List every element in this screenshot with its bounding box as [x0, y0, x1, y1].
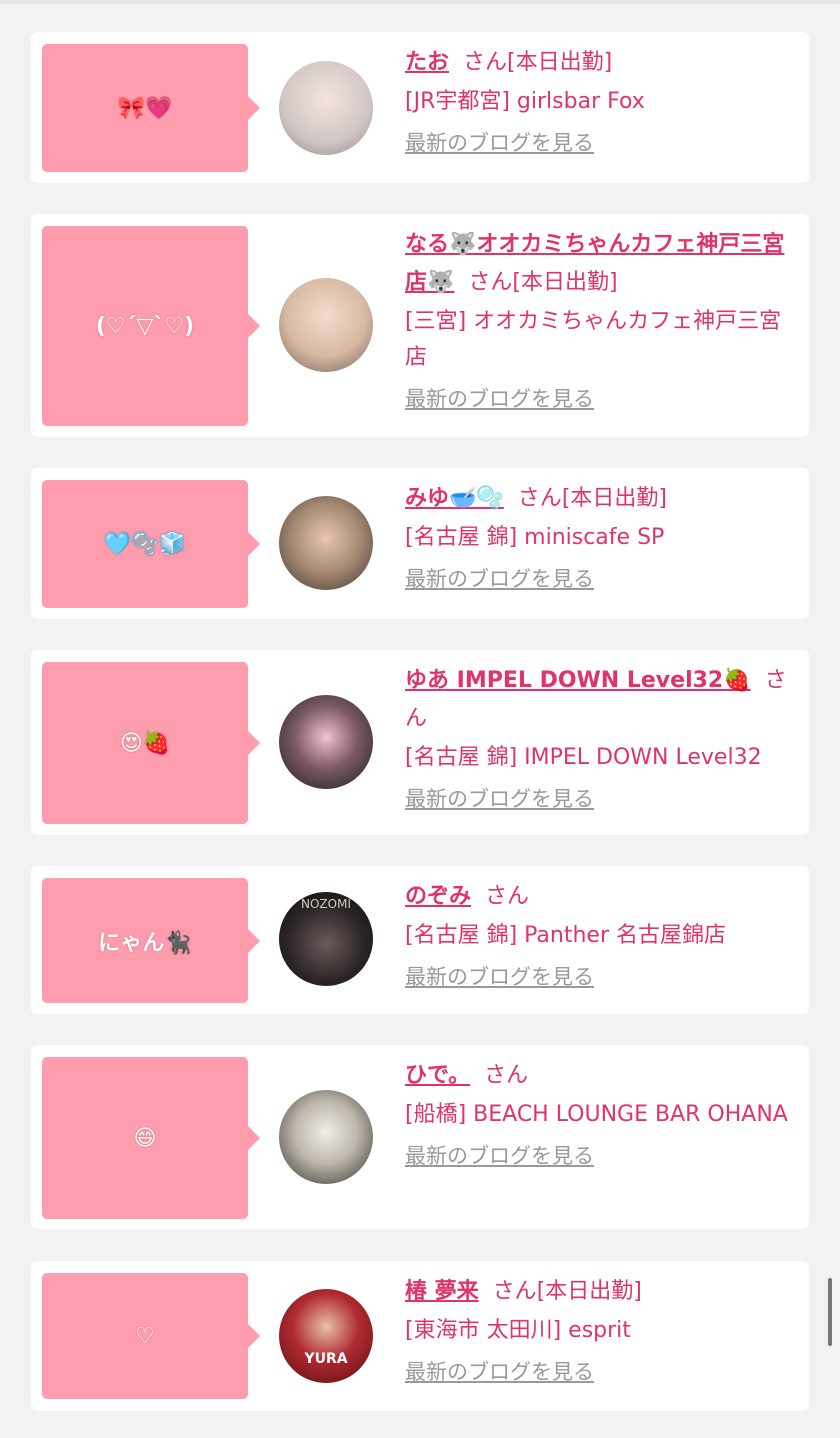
comment-bubble: (♡´▽`♡) — [42, 226, 260, 426]
avatar[interactable]: NOZOMI — [279, 892, 373, 986]
status-text: [本日出勤] — [507, 50, 613, 75]
cast-name-link[interactable]: ひで。 — [405, 1063, 470, 1088]
cast-info: ゆあ IMPEL DOWN Level32🍓 さん [名古屋 錦] IMPEL D… — [405, 662, 799, 814]
blog-link[interactable]: 最新のブログを見る — [405, 1141, 594, 1171]
honorific: さん — [492, 1279, 537, 1304]
scrollbar[interactable] — [828, 1278, 832, 1346]
cast-card: にゃん🐈‍⬛ NOZOMI のぞみ さん [名古屋 錦] Panther 名古屋錦… — [31, 866, 809, 1014]
honorific: さん — [484, 1063, 529, 1088]
blog-link[interactable]: 最新のブログを見る — [405, 384, 594, 414]
blog-link[interactable]: 最新のブログを見る — [405, 564, 594, 594]
cast-info: なる🐺オオカミちゃんカフェ神戸三宮店🐺 さん[本日出勤] [三宮] オオカミちゃん… — [405, 226, 799, 414]
cast-info: みゆ🥣🫧 さん[本日出勤] [名古屋 錦] miniscafe SP 最新のブログ… — [405, 480, 799, 594]
honorific: さん — [468, 270, 513, 295]
blog-link[interactable]: 最新のブログを見る — [405, 128, 594, 158]
comment-bubble: 🩵🫧🧊 — [42, 480, 260, 608]
cast-info: 椿 夢来 さん[本日出勤] [東海市 太田川] esprit 最新のブログを見る — [405, 1273, 799, 1387]
shop-name: [東海市 太田川] esprit — [405, 1318, 631, 1343]
cast-info: たお さん[本日出勤] [JR宇都宮] girlsbar Fox 最新のブログを見… — [405, 44, 799, 158]
status-text: [本日出勤] — [512, 270, 618, 295]
shop-name: [名古屋 錦] IMPEL DOWN Level32 — [405, 745, 762, 770]
cast-card: (♡´▽`♡) なる🐺オオカミちゃんカフェ神戸三宮店🐺 さん[本日出勤] [三宮]… — [31, 214, 809, 437]
comment-bubble: ♡ — [42, 1273, 260, 1399]
comment-bubble: 😄 — [42, 1057, 260, 1219]
shop-name: [三宮] オオカミちゃんカフェ神戸三宮店 — [405, 309, 782, 370]
cast-card: 😍🍓 ゆあ IMPEL DOWN Level32🍓 さん [名古屋 錦] IMPE… — [31, 650, 809, 835]
comment-bubble: 🎀💗 — [42, 44, 260, 172]
blog-link[interactable]: 最新のブログを見る — [405, 1357, 594, 1387]
avatar[interactable] — [279, 278, 373, 372]
shop-name: [船橋] BEACH LOUNGE BAR OHANA — [405, 1102, 788, 1127]
status-text: [本日出勤] — [536, 1279, 642, 1304]
blog-link[interactable]: 最新のブログを見る — [405, 962, 594, 992]
avatar[interactable]: YURA — [279, 1289, 373, 1383]
blog-link[interactable]: 最新のブログを見る — [405, 784, 594, 814]
cast-name-link[interactable]: 椿 夢来 — [405, 1279, 479, 1304]
status-text: [本日出勤] — [561, 486, 667, 511]
avatar[interactable] — [279, 496, 373, 590]
shop-name: [名古屋 錦] Panther 名古屋錦店 — [405, 923, 726, 948]
honorific: さん — [517, 486, 562, 511]
shop-name: [JR宇都宮] girlsbar Fox — [405, 89, 645, 114]
cast-card: 😄 ひで。 さん [船橋] BEACH LOUNGE BAR OHANA 最新のブ… — [31, 1045, 809, 1229]
cast-name-link[interactable]: のぞみ — [405, 884, 471, 909]
avatar[interactable] — [279, 695, 373, 789]
cast-name-link[interactable]: みゆ🥣🫧 — [405, 486, 504, 511]
comment-bubble: にゃん🐈‍⬛ — [42, 878, 260, 1003]
honorific: さん — [485, 884, 530, 909]
comment-bubble: 😍🍓 — [42, 662, 260, 824]
top-divider — [0, 0, 840, 4]
cast-name-link[interactable]: たお — [405, 50, 449, 75]
honorific: さん — [463, 50, 508, 75]
cast-card: 🎀💗 たお さん[本日出勤] [JR宇都宮] girlsbar Fox 最新のブロ… — [31, 32, 809, 183]
avatar[interactable] — [279, 61, 373, 155]
cast-name-link[interactable]: ゆあ IMPEL DOWN Level32🍓 — [405, 668, 751, 693]
avatar[interactable] — [279, 1090, 373, 1184]
cast-card: 🩵🫧🧊 みゆ🥣🫧 さん[本日出勤] [名古屋 錦] miniscafe SP 最新… — [31, 468, 809, 619]
cast-card: ♡ YURA 椿 夢来 さん[本日出勤] [東海市 太田川] esprit 最新の… — [31, 1261, 809, 1411]
shop-name: [名古屋 錦] miniscafe SP — [405, 525, 665, 550]
cast-info: ひで。 さん [船橋] BEACH LOUNGE BAR OHANA 最新のブログ… — [405, 1057, 799, 1171]
cast-info: のぞみ さん [名古屋 錦] Panther 名古屋錦店 最新のブログを見る — [405, 878, 799, 992]
